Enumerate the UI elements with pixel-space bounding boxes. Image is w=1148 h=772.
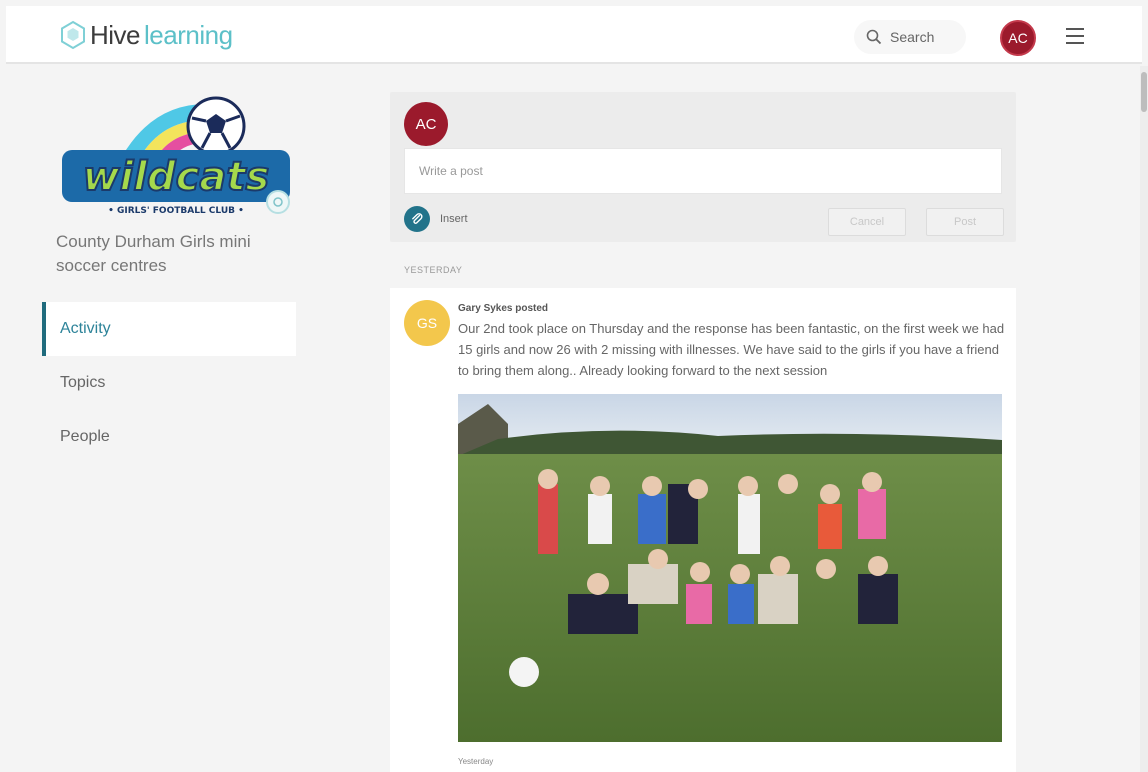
post-button[interactable]: Post [926,208,1004,236]
club-logo-wordmark: wildcats [83,154,270,200]
group-nav: Activity Topics People [42,302,296,464]
insert-label: Insert [440,213,468,225]
hamburger-menu-icon[interactable] [1066,28,1088,46]
composer-avatar: AC [404,102,448,146]
post-composer: AC Write a post Insert Cancel Post [390,92,1016,242]
cancel-button[interactable]: Cancel [828,208,906,236]
feed-date-heading: YESTERDAY [404,265,463,275]
paperclip-icon [404,206,430,232]
write-post-input[interactable]: Write a post [404,148,1002,194]
brand-name-learning: learning [144,19,233,50]
post-timestamp: Yesterday [458,757,494,766]
hive-hexagon-icon [61,20,85,50]
nav-item-people[interactable]: People [42,410,296,464]
scrollbar-thumb[interactable] [1141,72,1147,112]
search-icon [866,29,882,45]
top-navigation-bar: Hive learning Search AC [6,6,1142,64]
group-sidebar: wildcats • GIRLS' FOOTBALL CLUB • County… [6,66,296,772]
search-button[interactable]: Search [854,20,966,54]
user-avatar[interactable]: AC [1000,20,1036,56]
nav-item-topics[interactable]: Topics [42,356,296,410]
search-label: Search [890,29,935,45]
poster-avatar[interactable]: GS [404,300,450,346]
wildcats-club-logo: wildcats • GIRLS' FOOTBALL CLUB • [62,96,290,216]
nav-item-activity[interactable]: Activity [42,302,296,356]
post-text: Our 2nd took place on Thursday and the r… [458,321,1005,378]
post-photo[interactable] [458,394,1002,742]
brand-name-hive: Hive [90,19,141,50]
page-scrollbar[interactable] [1140,66,1148,772]
insert-button[interactable]: Insert [404,206,468,232]
feed-post: GS Gary Sykes posted Our 2nd took place … [390,288,1016,772]
group-name: County Durham Girls mini soccer centres [56,232,251,275]
hive-learning-logo[interactable]: Hive learning [58,19,233,51]
club-logo-subtext: • GIRLS' FOOTBALL CLUB • [108,206,244,216]
post-author[interactable]: Gary Sykes posted [458,303,548,314]
